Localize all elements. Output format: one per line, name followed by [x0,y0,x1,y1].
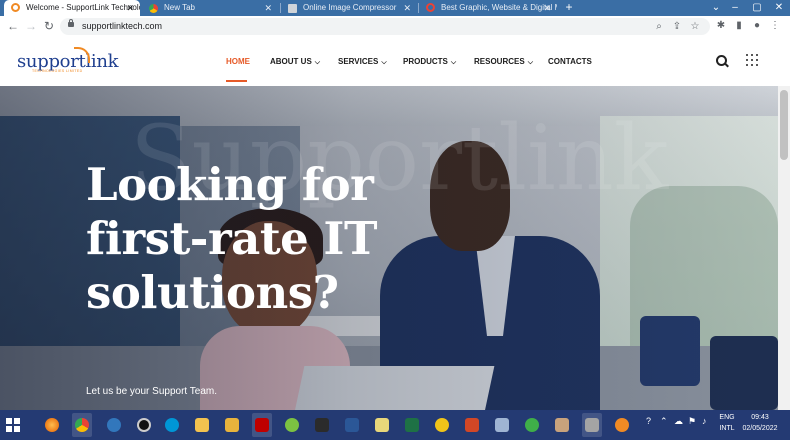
url-text[interactable]: supportlinktech.com [82,18,162,35]
cloud-icon[interactable]: ☁ [674,416,683,427]
hero-headline: Looking for first-rate IT solutions? [86,158,377,319]
clock-time: 09:43 [751,414,769,421]
edge-icon[interactable] [104,413,124,437]
nav-about-us[interactable]: ABOUT US ⌵ [270,57,320,67]
forward-arrow-icon[interactable]: → [24,19,38,33]
folder-icon[interactable] [222,413,242,437]
chevron-down-icon: ⌵ [314,59,321,66]
bookmark-star-icon[interactable]: ☆ [688,19,702,34]
hp-icon[interactable] [162,413,182,437]
tab-new-tab[interactable]: New Tab ✕ [142,0,278,16]
logo-subtitle: TECHNOLOGIES LIMITED [32,69,83,73]
windows-start-icon[interactable] [6,418,20,432]
image-icon [288,4,297,13]
show-hidden-icons-icon[interactable]: ⌃ [660,416,668,427]
nav-services[interactable]: SERVICES ⌵ [338,57,387,67]
language-layout: INTL [719,425,735,432]
windows-taskbar: ? ⌃ ☁ ⚑ ♪ ENG INTL 09:43 02/05/2022 [0,410,790,440]
settings-icon[interactable] [612,413,632,437]
tab-close-icon[interactable]: ✕ [543,0,551,16]
site-header: supportlink TECHNOLOGIES LIMITED HOME AB… [0,38,790,86]
word-icon[interactable] [342,413,362,437]
firefox-icon[interactable] [42,413,62,437]
volume-icon[interactable]: ♪ [702,416,707,426]
language-code: ENG [719,414,735,421]
tab-close-icon[interactable]: ✕ [264,0,272,16]
taskbar-clock[interactable]: 09:43 02/05/2022 [741,412,779,434]
profile-avatar-icon[interactable]: ● [750,19,764,33]
tools-app-icon[interactable] [582,413,602,437]
close-window-button[interactable]: ✕ [768,0,790,16]
zoom-icon[interactable]: ⌕ [652,19,666,34]
nav-label: ABOUT US [270,57,312,66]
hero-tagline: Let us be your Support Team. [86,386,218,397]
settings-app-icon[interactable] [492,413,512,437]
chevron-down-icon: ⌵ [527,59,533,66]
green-app-icon[interactable] [282,413,302,437]
chrome-icon [149,4,158,13]
supportlink-favicon-icon [11,3,20,12]
nav-label: SERVICES [338,57,379,66]
file-explorer-icon[interactable] [192,413,212,437]
input-language[interactable]: ENG INTL [716,412,738,434]
logo-swoosh-icon [74,47,90,63]
maximize-button[interactable]: ▢ [746,0,768,16]
new-tab-button[interactable]: + [562,0,576,16]
search-icon[interactable] [716,55,728,67]
minimize-button[interactable]: – [724,0,746,16]
address-bar[interactable]: supportlinktech.com ⌕ ⇪ ☆ [60,18,710,35]
nav-products[interactable]: PRODUCTS ⌵ [403,57,456,67]
reload-icon[interactable]: ↻ [42,19,56,33]
filezilla-icon[interactable] [252,413,272,437]
tab-close-icon[interactable]: ✕ [126,0,134,16]
chevron-down-icon: ⌵ [450,59,457,66]
flag-icon[interactable]: ⚑ [688,416,696,427]
side-panel-icon[interactable]: ▮ [732,19,746,33]
tab-title: New Tab [164,3,195,12]
tab-supportlink[interactable]: Welcome - SupportLink Technolo ✕ [4,0,140,16]
nav-label: PRODUCTS [403,57,448,66]
browser-tab-strip: Welcome - SupportLink Technolo ✕ New Tab… [0,0,790,16]
scrollbar-thumb[interactable] [780,90,788,160]
nav-resources[interactable]: RESOURCES ⌵ [474,57,533,67]
chevron-down-icon: ⌵ [381,59,387,66]
excel-icon[interactable] [402,413,422,437]
browser-toolbar: ← → ↻ supportlinktech.com ⌕ ⇪ ☆ ✱ ▮ ● ⋮ [0,16,790,39]
active-nav-underline [226,80,247,82]
nav-label: CONTACTS [548,57,592,66]
grid-menu-icon[interactable] [746,54,760,68]
lock-icon [68,19,74,27]
chrome-icon[interactable] [72,413,92,437]
tab-image-compressor[interactable]: Online Image Compressor ✕ [281,0,417,16]
outlook-icon[interactable] [372,413,392,437]
browser-menu-icon[interactable]: ⋮ [768,19,782,33]
nav-contacts[interactable]: CONTACTS [548,57,592,66]
clock-date: 02/05/2022 [742,425,778,432]
nav-label: RESOURCES [474,57,525,66]
powerpoint-icon[interactable] [462,413,482,437]
tab-title: Best Graphic, Website & Digital M [441,3,557,12]
tab-close-icon[interactable]: ✕ [403,0,411,16]
notes-icon[interactable] [432,413,452,437]
webcam-icon[interactable] [134,413,154,437]
extensions-puzzle-icon[interactable]: ✱ [714,19,728,33]
hero-banner: Supportlink Looking for first-rate IT so… [0,86,778,410]
tab-best-graphic[interactable]: Best Graphic, Website & Digital M ✕ [419,0,557,16]
tab-title: Welcome - SupportLink Technolo [26,3,140,12]
terminal-icon[interactable] [312,413,332,437]
tab-title: Online Image Compressor [303,3,397,12]
help-icon[interactable]: ? [646,416,651,426]
nav-home[interactable]: HOME [226,57,250,66]
back-arrow-icon[interactable]: ← [6,19,20,33]
paint-icon[interactable] [552,413,572,437]
nav-label: HOME [226,57,250,66]
share-icon[interactable]: ⇪ [670,19,684,34]
checkmark-app-icon[interactable] [522,413,542,437]
opera-icon [426,3,435,12]
